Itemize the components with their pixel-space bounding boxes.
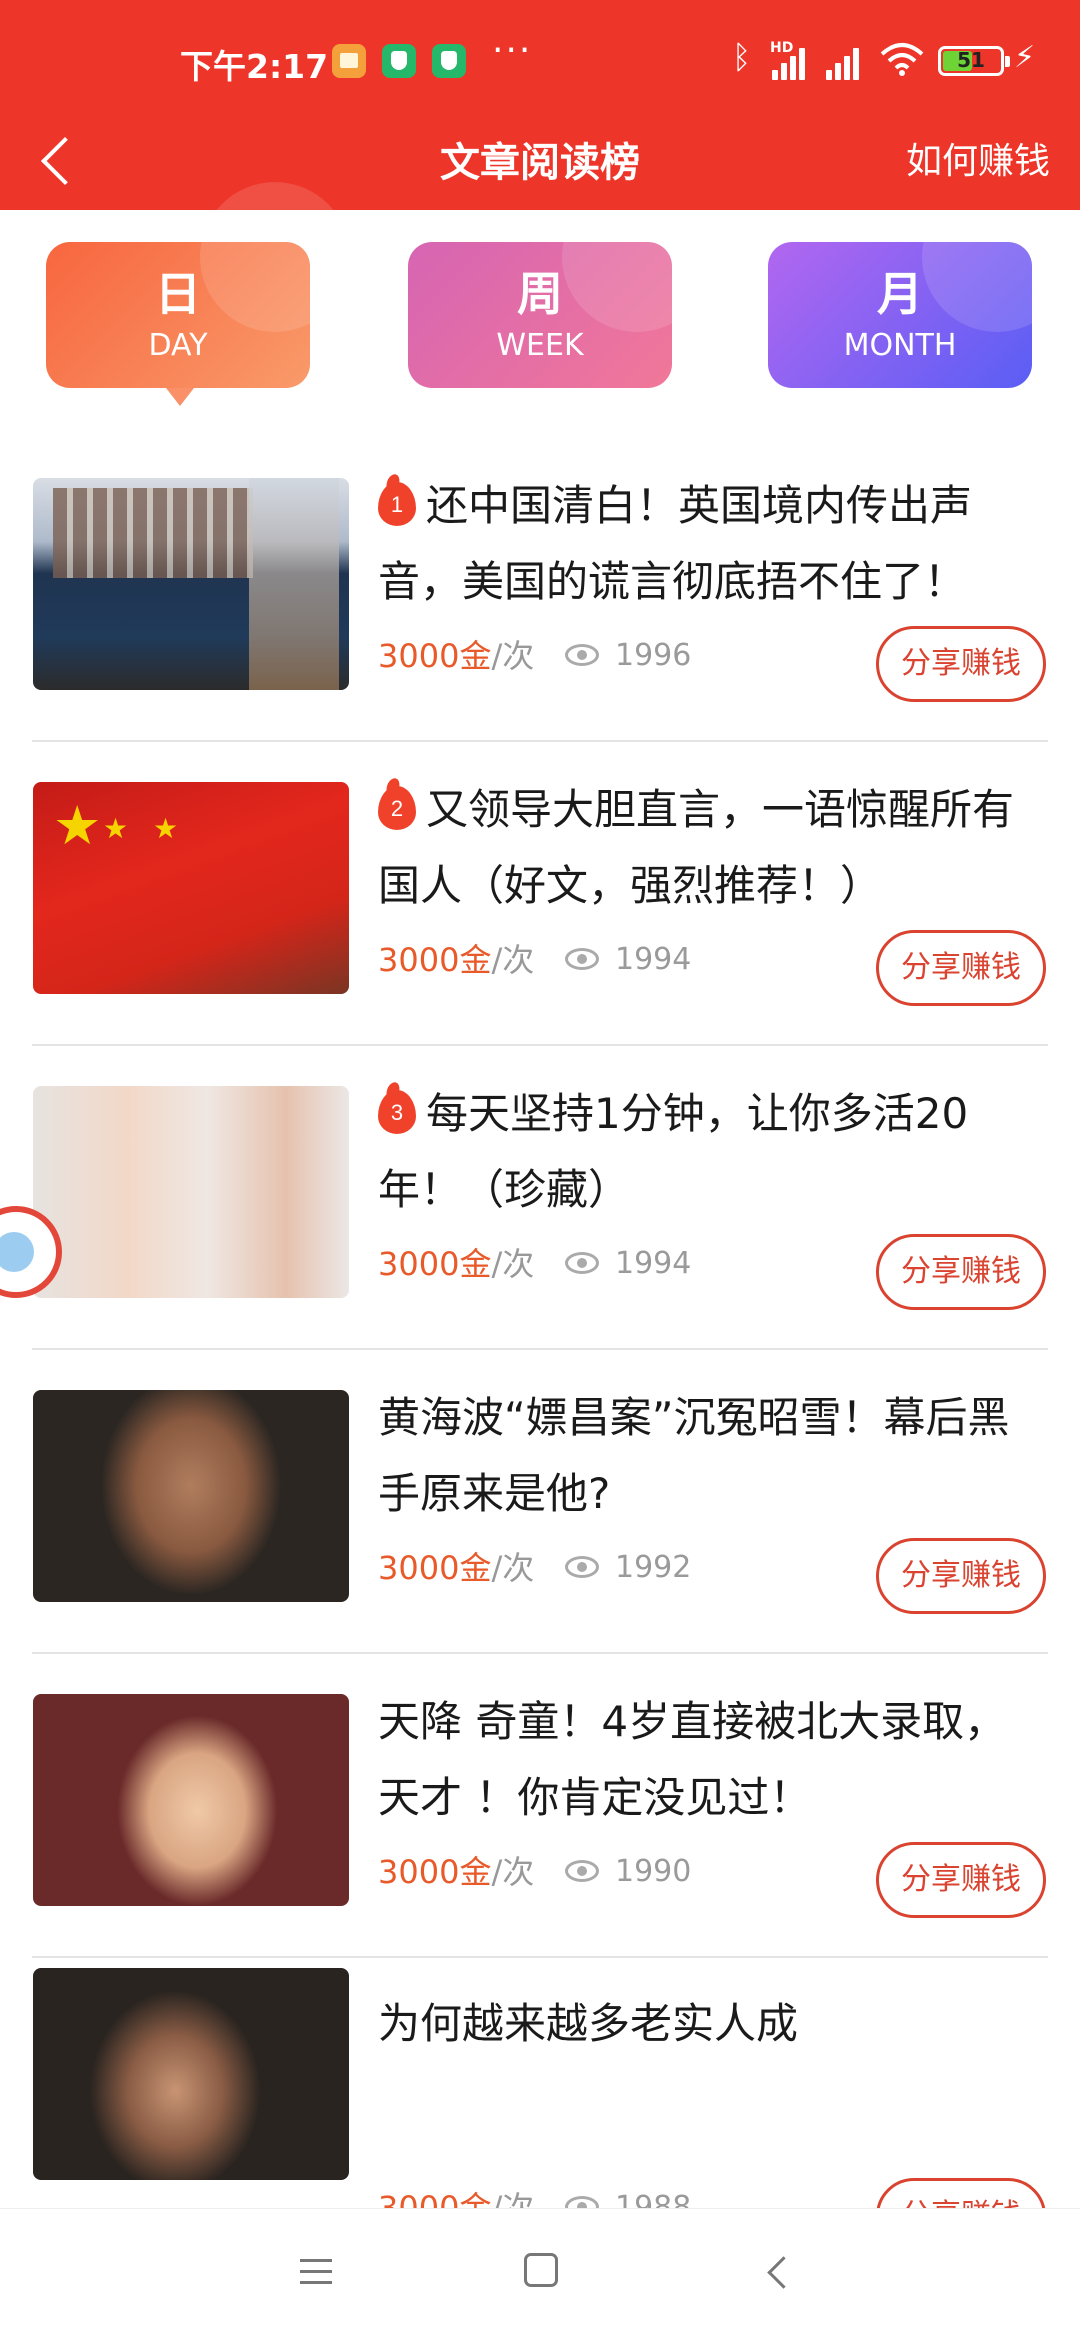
article-title: 3 每天坚持1分钟，让你多活20年！（珍藏） xyxy=(378,1076,1048,1228)
status-bar: 下午2:17 ··· ᛒ HD 51 ⚡ xyxy=(0,0,1080,124)
eye-icon xyxy=(565,1556,599,1578)
tab-month-label: 月 xyxy=(877,267,923,321)
how-to-earn-link[interactable]: 如何赚钱 xyxy=(906,132,1050,184)
view-count-value: 1992 xyxy=(615,1550,692,1585)
article-title: 天降 奇童！4岁直接被北大录取，天才 ！你肯定没见过！ xyxy=(378,1697,1007,1822)
reward: 3000金/次 xyxy=(378,1850,534,1894)
back-button[interactable] xyxy=(30,120,90,200)
reward-amount: 3000金 xyxy=(378,1853,492,1891)
article-row[interactable]: 3 每天坚持1分钟，让你多活20年！（珍藏） 3000金/次 1994 分享赚钱 xyxy=(0,1046,1080,1350)
reward: 3000金/次 xyxy=(378,1242,534,1286)
tab-month[interactable]: 月 MONTH xyxy=(768,242,1032,388)
view-count-value: 1996 xyxy=(615,638,692,673)
share-earn-button[interactable]: 分享赚钱 xyxy=(876,1234,1046,1310)
signal-icon xyxy=(826,44,866,80)
article-title: 2 又领导大胆直言，一语惊醒所有国人（好文，强烈推荐！） xyxy=(378,772,1048,924)
share-earn-button[interactable]: 分享赚钱 xyxy=(876,1538,1046,1614)
reward-unit: /次 xyxy=(491,637,535,675)
article-title: 黄海波“嫖昌案”沉冤昭雪！幕后黑手原来是他? xyxy=(378,1393,1010,1518)
battery-icon: 51 xyxy=(938,46,1010,76)
system-nav-bar xyxy=(0,2208,1080,2340)
child-portrait-image xyxy=(33,1694,349,1906)
eye-icon xyxy=(565,948,599,970)
menu-icon[interactable] xyxy=(300,2257,336,2287)
tab-day[interactable]: 日 DAY xyxy=(46,182,350,406)
container-ship-image xyxy=(33,478,349,690)
tab-week-label: 周 xyxy=(517,267,563,321)
reward-amount: 3000金 xyxy=(378,637,492,675)
reward-amount: 3000金 xyxy=(378,1549,492,1587)
article-title: 1 还中国清白！英国境内传出声音，美国的谎言彻底捂不住了！ xyxy=(378,468,1048,620)
share-earn-button[interactable]: 分享赚钱 xyxy=(876,1842,1046,1918)
view-count-value: 1990 xyxy=(615,1854,692,1889)
charging-icon: ⚡ xyxy=(1014,40,1036,75)
view-count: 1992 xyxy=(565,1546,691,1590)
home-square-icon[interactable] xyxy=(524,2253,558,2287)
view-count-value: 1994 xyxy=(615,1246,692,1281)
article-list: 1 还中国清白！英国境内传出声音，美国的谎言彻底捂不住了！ 3000金/次 199… xyxy=(0,438,1080,2262)
reward: 3000金/次 xyxy=(378,938,534,982)
hot-rank-icon: 3 xyxy=(378,1090,416,1134)
article-row[interactable]: 黄海波“嫖昌案”沉冤昭雪！幕后黑手原来是他? 3000金/次 1992 分享赚钱 xyxy=(0,1350,1080,1654)
status-time: 下午2:17 xyxy=(180,47,329,86)
reward-amount: 3000金 xyxy=(378,941,492,979)
share-earn-button[interactable]: 分享赚钱 xyxy=(876,626,1046,702)
reward: 3000金/次 xyxy=(378,634,534,678)
article-row[interactable]: 2又领导大胆直言，一语惊醒所有国人（好文，强烈推荐！） 3000金/次 1994… xyxy=(0,742,1080,1046)
reward-unit: /次 xyxy=(491,941,535,979)
hot-rank-icon: 2 xyxy=(378,786,416,830)
view-count: 1996 xyxy=(565,634,691,678)
shield-app-icon xyxy=(382,44,416,78)
article-title: 为何越来越多老实人成 xyxy=(378,1999,799,2048)
share-earn-button[interactable]: 分享赚钱 xyxy=(876,930,1046,1006)
view-count: 1994 xyxy=(565,1242,691,1286)
eye-icon xyxy=(565,1252,599,1274)
article-row[interactable]: 天降 奇童！4岁直接被北大录取，天才 ！你肯定没见过！ 3000金/次 1990… xyxy=(0,1654,1080,1958)
notes-icon xyxy=(332,44,366,78)
view-count: 1994 xyxy=(565,938,691,982)
more-notifications-icon: ··· xyxy=(492,30,533,71)
article-row[interactable]: 1 还中国清白！英国境内传出声音，美国的谎言彻底捂不住了！ 3000金/次 199… xyxy=(0,438,1080,742)
hands-image xyxy=(33,1086,349,1298)
man-portrait-image xyxy=(33,1968,349,2180)
bluetooth-icon: ᛒ xyxy=(732,38,752,76)
article-title-text: 还中国清白！英国境内传出声音，美国的谎言彻底捂不住了！ xyxy=(378,481,973,606)
reward-unit: /次 xyxy=(491,1245,535,1283)
reward: 3000金/次 xyxy=(378,1546,534,1590)
wifi-icon xyxy=(880,43,924,76)
reward-unit: /次 xyxy=(491,1549,535,1587)
back-triangle-icon[interactable] xyxy=(762,2253,792,2293)
eye-icon xyxy=(565,1860,599,1882)
hot-rank-icon: 1 xyxy=(378,482,416,526)
tab-month-sublabel: MONTH xyxy=(843,328,957,363)
view-count: 1990 xyxy=(565,1850,691,1894)
app-header: 文章阅读榜 如何赚钱 xyxy=(0,110,1080,210)
article-title-text: 又领导大胆直言，一语惊醒所有国人（好文，强烈推荐！） xyxy=(378,785,1015,910)
actor-portrait-image xyxy=(33,1390,349,1602)
signal-icon xyxy=(772,44,812,80)
view-count-value: 1994 xyxy=(615,942,692,977)
top-bar: 下午2:17 ··· ᛒ HD 51 ⚡ 文章阅读榜 如何赚钱 xyxy=(0,0,1080,210)
tab-day-label: 日 xyxy=(155,267,201,321)
tab-week-sublabel: WEEK xyxy=(496,328,584,363)
article-title-text: 每天坚持1分钟，让你多活20年！（珍藏） xyxy=(378,1089,969,1214)
reward-amount: 3000金 xyxy=(378,1245,492,1283)
eye-icon xyxy=(565,644,599,666)
reward-unit: /次 xyxy=(491,1853,535,1891)
tab-day-sublabel: DAY xyxy=(148,328,208,363)
shield-app-icon xyxy=(432,44,466,78)
flag-image xyxy=(33,782,349,994)
tab-week[interactable]: 周 WEEK xyxy=(408,242,672,388)
battery-level: 51 xyxy=(957,48,985,72)
